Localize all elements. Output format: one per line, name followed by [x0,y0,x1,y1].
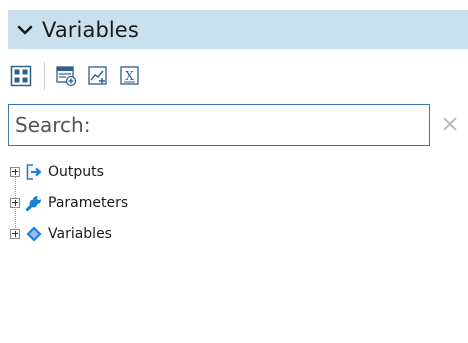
add-table-icon [56,66,77,87]
variables-panel-header[interactable]: Variables [8,10,468,49]
add-chart-button[interactable] [85,63,111,89]
svg-text:X: X [125,69,134,83]
chevron-down-icon [17,25,33,34]
wrench-icon [25,194,43,212]
toolbar-separator [44,62,45,90]
variables-toolbar: X [8,56,468,96]
variables-tree: Outputs Parameters Variables [10,156,310,249]
tree-item-label: Variables [48,225,112,242]
tree-item-variables[interactable]: Variables [10,218,310,249]
add-table-button[interactable] [53,63,79,89]
expand-icon[interactable] [10,197,20,208]
close-icon [443,117,457,131]
panel-title: Variables [42,17,139,42]
grid-view-button[interactable] [8,63,34,89]
tree-item-outputs[interactable]: Outputs [10,156,310,187]
tree-item-label: Parameters [48,194,129,211]
output-arrow-icon [25,163,43,181]
diamond-icon [25,225,43,243]
expand-icon[interactable] [10,228,20,239]
add-chart-icon [88,66,107,85]
expand-icon[interactable] [10,166,20,177]
clear-search-button[interactable] [439,113,461,135]
excel-export-button[interactable]: X [117,63,143,89]
tree-item-parameters[interactable]: Parameters [10,187,310,218]
search-input[interactable] [8,104,430,146]
search-bar [8,104,468,146]
grid-view-icon [10,65,32,87]
tree-item-label: Outputs [48,163,104,180]
excel-icon: X [120,66,139,85]
